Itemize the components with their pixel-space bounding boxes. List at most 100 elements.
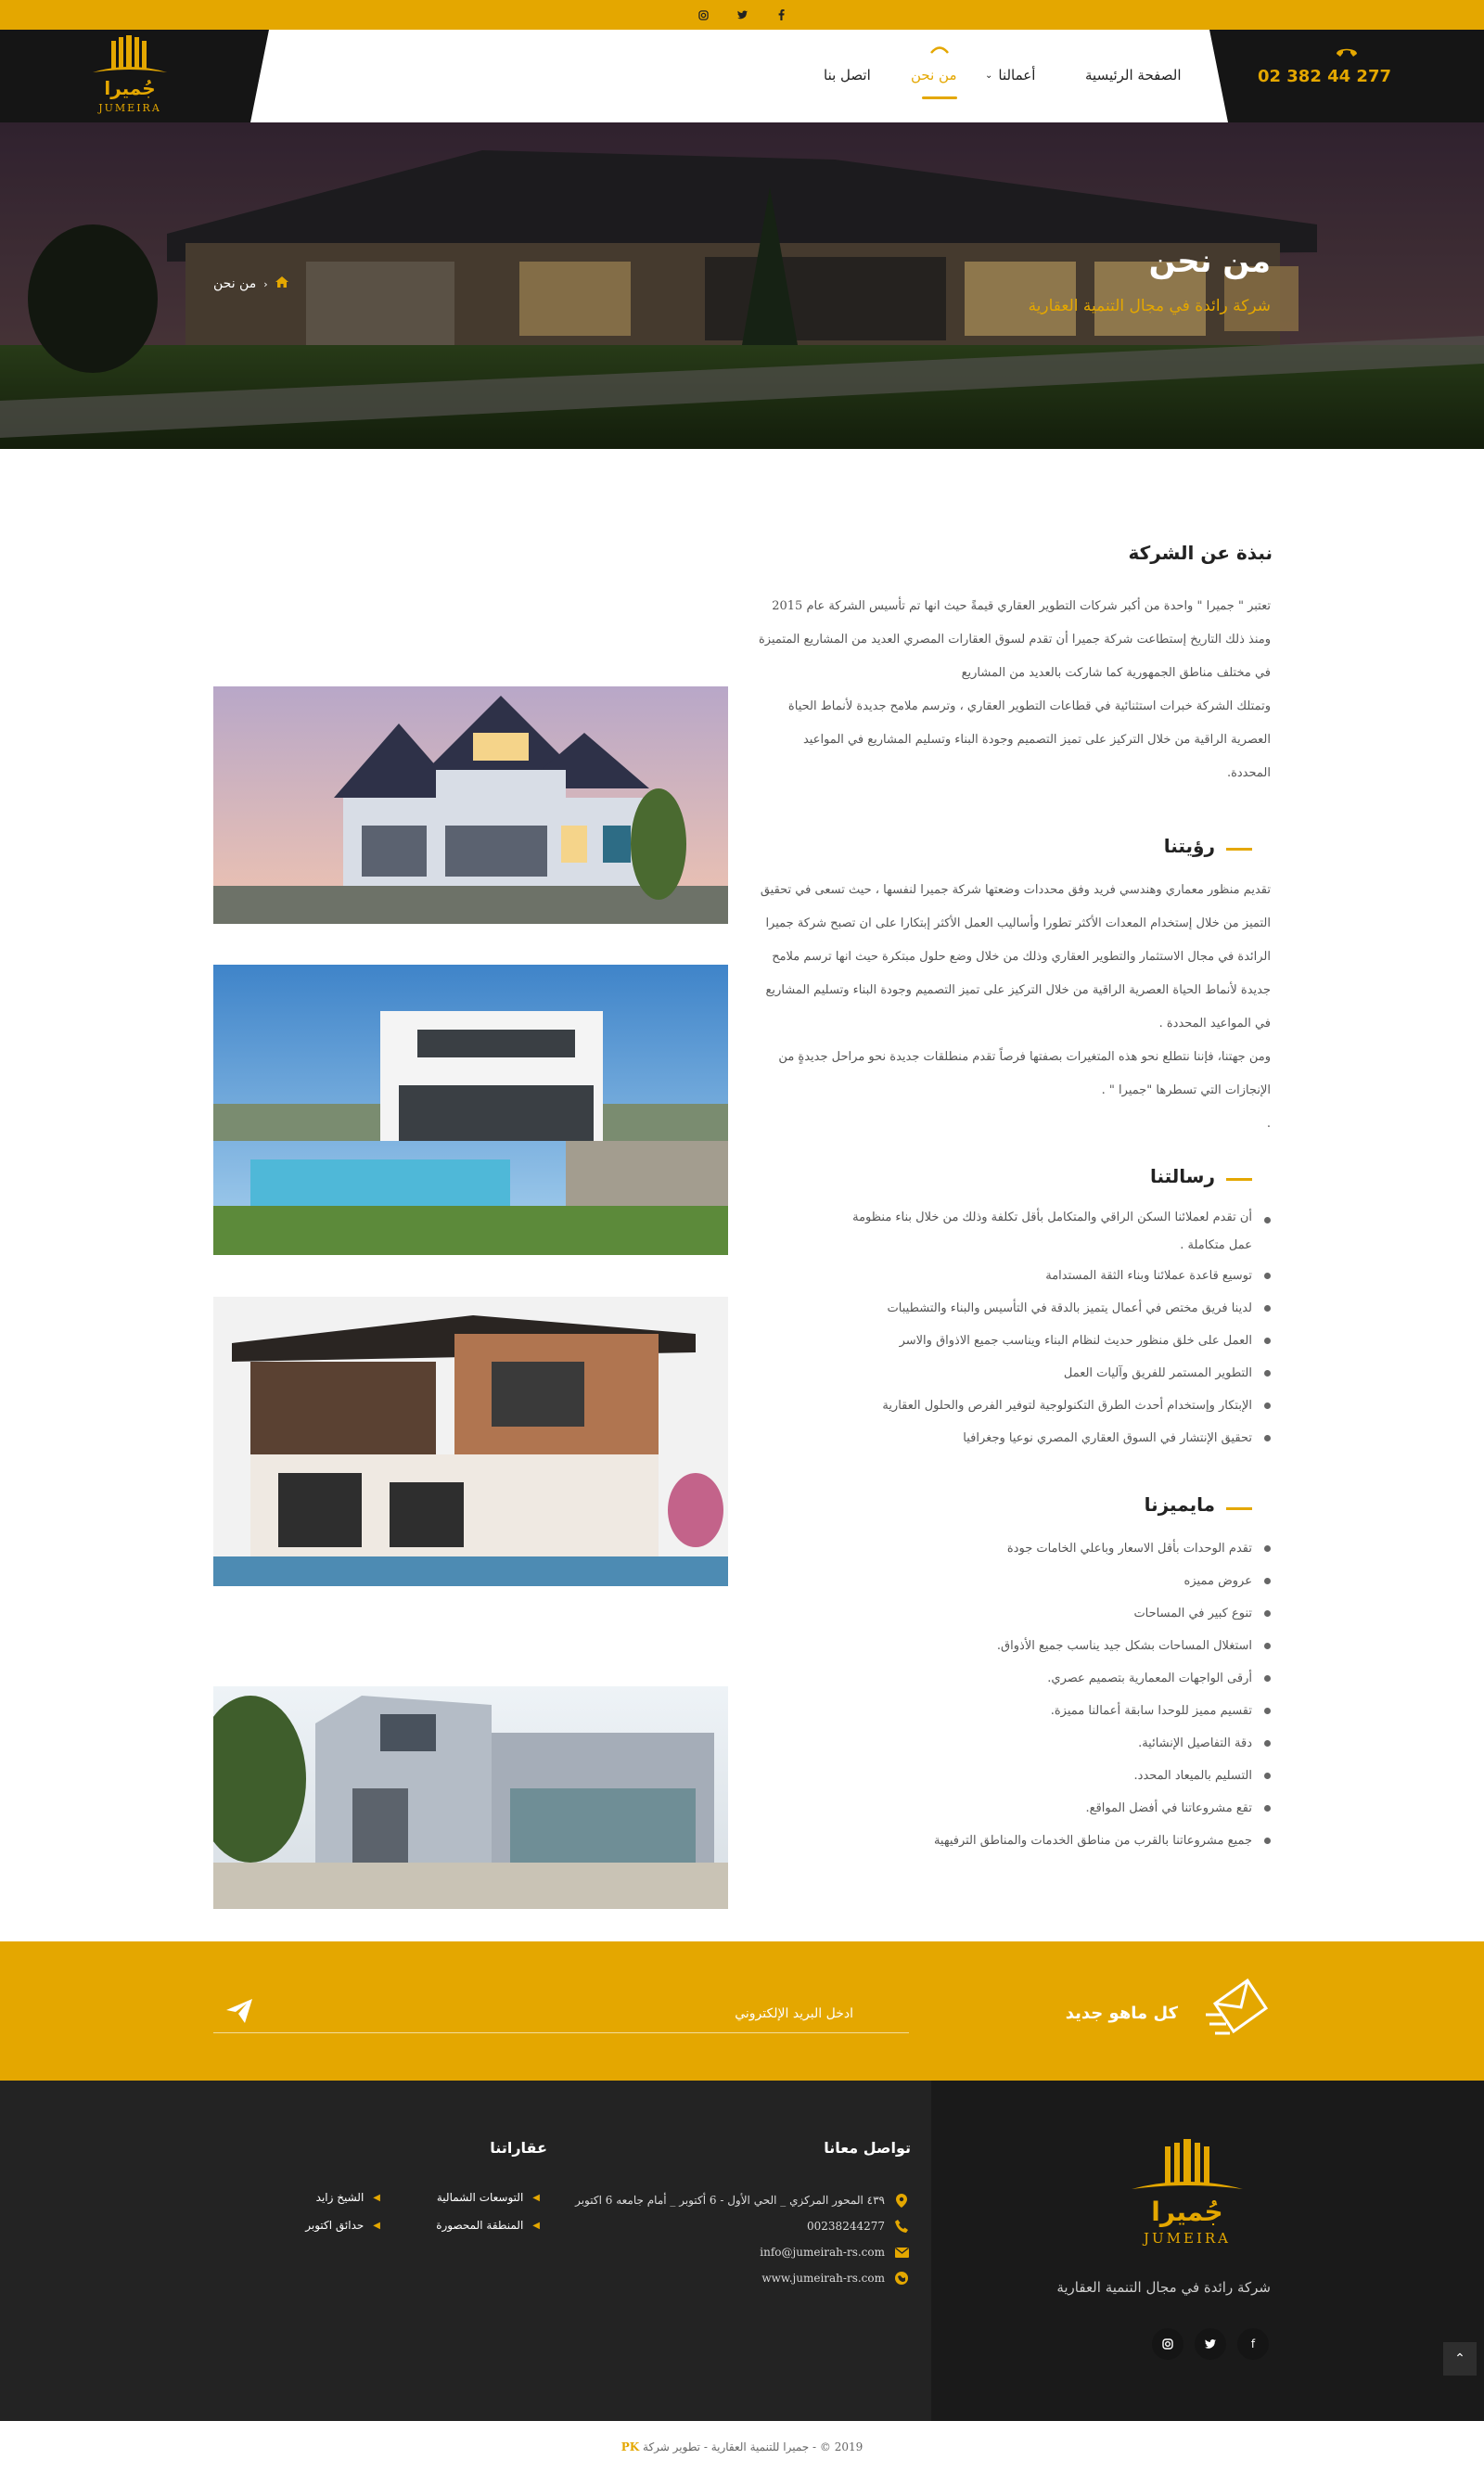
- copyright-text: 2019 © - جميرا للتنمية العقارية - تطوير …: [643, 2440, 864, 2453]
- developer-link[interactable]: PK: [621, 2440, 639, 2453]
- home-icon[interactable]: [275, 276, 288, 291]
- location-icon: [894, 2193, 909, 2208]
- list-item: تقدم الوحدات بأقل الاسعار وباعلي الخامات…: [714, 1532, 1271, 1565]
- scroll-to-top-button[interactable]: ⌃: [1443, 2342, 1477, 2376]
- house-photo-4: [213, 1686, 728, 1909]
- features-list: تقدم الوحدات بأقل الاسعار وباعلي الخامات…: [714, 1532, 1271, 1857]
- mission-list: أن تقدم لعملائنا السكن الراقي والمتكامل …: [844, 1204, 1271, 1454]
- footer-website-text: www.jumeirah-rs.com: [761, 2272, 885, 2285]
- copyright-bar: 2019 © - جميرا للتنمية العقارية - تطوير …: [0, 2421, 1484, 2472]
- footer-tagline: شركة رائدة في مجال التنمية العقارية: [1056, 2279, 1271, 2296]
- phone-icon: [1337, 48, 1357, 57]
- list-item: تنوع كبير في المساحات: [714, 1597, 1271, 1630]
- footer-phone[interactable]: 00238244277: [807, 2219, 909, 2234]
- footer-address: ٤٣٩ المحور المركزي _ الحي الأول - 6 أكتو…: [575, 2193, 909, 2208]
- mail-icon: [894, 2245, 909, 2260]
- active-nav-indicator-icon: [930, 46, 949, 54]
- footer-website[interactable]: www.jumeirah-rs.com: [761, 2271, 909, 2286]
- twitter-icon: [1205, 2339, 1216, 2349]
- footer-property-link[interactable]: ◀ حدائق اكتوبر: [305, 2219, 380, 2232]
- list-item: التسليم بالميعاد المحدد.: [714, 1760, 1271, 1792]
- list-item: تقسيم مميز للوحدا سابقة أعمالنا مميزة.: [714, 1695, 1271, 1727]
- send-icon[interactable]: [226, 1999, 252, 2023]
- vision-dash: [1226, 848, 1252, 851]
- caret-left-icon: ◀: [373, 2192, 380, 2203]
- footer-property-label: المنطقة المحصورة: [436, 2219, 524, 2232]
- logo-english-text: JUMEIRA: [97, 102, 161, 114]
- footer-twitter-button[interactable]: [1195, 2328, 1226, 2360]
- footer-facebook-button[interactable]: f: [1237, 2328, 1269, 2360]
- footer-property-link[interactable]: ◀ التوسعات الشمالية: [437, 2191, 540, 2204]
- list-item: العمل على خلق منظور حديث لنظام البناء وي…: [844, 1325, 1271, 1357]
- features-title: مايميزنا: [1144, 1493, 1215, 1516]
- footer-phone-text: 00238244277: [807, 2220, 885, 2233]
- breadcrumb: ‹ من نحن: [213, 276, 288, 291]
- about-text: تعتبر " جميرا " واحدة من أكبر شركات التط…: [659, 590, 1271, 790]
- footer-logo-arabic: جُميرا: [1151, 2197, 1222, 2227]
- footer-property-link[interactable]: ◀ الشيخ زايد: [316, 2191, 380, 2204]
- caret-left-icon: ◀: [532, 2220, 540, 2231]
- mail-envelope-icon: [1206, 1978, 1269, 2035]
- footer-property-label: الشيخ زايد: [315, 2191, 365, 2204]
- house-photo-2: [213, 965, 728, 1255]
- about-line: المحددة.: [1226, 766, 1271, 780]
- breadcrumb-current: من نحن: [213, 276, 257, 291]
- house-photo-3: [213, 1297, 728, 1586]
- list-item: استغلال المساحات بشكل جيد يناسب جميع الأ…: [714, 1630, 1271, 1662]
- instagram-icon[interactable]: [696, 7, 710, 22]
- about-line: تعتبر " جميرا " واحدة من أكبر شركات التط…: [772, 599, 1271, 613]
- facebook-icon: f: [1250, 2338, 1256, 2350]
- footer-property-link[interactable]: ◀ المنطقة المحصورة: [436, 2219, 540, 2232]
- about-title: نبذة عن الشركة: [1128, 542, 1273, 564]
- caret-left-icon: ◀: [532, 2192, 540, 2203]
- footer-contact-title: تواصل معانا: [824, 2139, 911, 2157]
- footer-email-text: info@jumeirah-rs.com: [760, 2246, 885, 2259]
- features-dash: [1226, 1507, 1252, 1510]
- logo-arabic-text: جُميرا: [104, 77, 155, 99]
- footer-logo-english: JUMEIRA: [1142, 2230, 1231, 2247]
- instagram-icon: [1162, 2338, 1173, 2350]
- top-social-bar: [0, 0, 1484, 30]
- header-phone-number[interactable]: 02 382 44 277: [1258, 67, 1391, 86]
- list-item: التطوير المستمر للفريق وآليات العمل: [844, 1357, 1271, 1390]
- about-line: في مختلف مناطق الجمهورية كما شاركت بالعد…: [961, 666, 1271, 680]
- list-item: دقة التفاصيل الإنشائية.: [714, 1727, 1271, 1760]
- footer-logo[interactable]: جُميرا JUMEIRA: [1122, 2139, 1252, 2250]
- list-item: تحقيق الإنتشار في السوق العقاري المصري ن…: [844, 1422, 1271, 1454]
- list-item: الإبتكار وإستخدام أحدث الطرق التكنولوجية…: [844, 1390, 1271, 1422]
- newsletter-email-input[interactable]: [213, 1994, 909, 2033]
- caret-left-icon: ◀: [373, 2220, 380, 2231]
- about-line: ومنذ ذلك التاريخ إستطاعت شركة جميرا أن ت…: [758, 633, 1271, 647]
- nav-home[interactable]: الصفحة الرئيسية: [1085, 67, 1182, 83]
- about-line: وتمتلك الشركة خبرات استثنائية في قطاعات …: [787, 699, 1271, 713]
- newsletter-title: كل ماهو جديد: [1065, 2004, 1178, 2023]
- breadcrumb-separator-icon: ‹: [263, 277, 268, 290]
- active-nav-underline: [922, 96, 957, 99]
- nav-about[interactable]: من نحن: [911, 67, 957, 83]
- footer-instagram-button[interactable]: [1152, 2328, 1183, 2360]
- page-subtitle: شركة رائدة في مجال التنمية العقارية: [1028, 297, 1271, 315]
- nav-works-label: أعمالنا: [998, 67, 1036, 83]
- page-title: من نحن: [1148, 243, 1271, 280]
- nav-works[interactable]: أعمالنا ⌄: [985, 67, 1035, 83]
- footer-property-label: التوسعات الشمالية: [436, 2191, 524, 2204]
- list-item: عروض مميزه: [714, 1565, 1271, 1597]
- footer-email[interactable]: info@jumeirah-rs.com: [760, 2245, 909, 2260]
- nav-contact[interactable]: اتصل بنا: [824, 67, 871, 83]
- footer-properties-title: عقاراتنا: [490, 2139, 547, 2157]
- chevron-down-icon: ⌄: [985, 70, 993, 81]
- list-item: لدينا فريق مختص في أعمال يتميز بالدقة في…: [844, 1292, 1271, 1325]
- facebook-icon[interactable]: [774, 7, 788, 22]
- globe-icon: [894, 2271, 909, 2286]
- chevron-up-icon: ⌃: [1454, 2351, 1465, 2366]
- vision-title: رؤيتنا: [1163, 835, 1215, 857]
- list-item: تقع مشروعاتنا في أفضل المواقع.: [714, 1792, 1271, 1825]
- jumeira-logo[interactable]: جُميرا JUMEIRA: [83, 35, 176, 119]
- mission-title: رسالتنا: [1149, 1165, 1215, 1187]
- list-item: أرقى الواجهات المعمارية بتصميم عصري.: [714, 1662, 1271, 1695]
- about-line: العصرية الراقية من خلال التركيز على تميز…: [802, 733, 1271, 747]
- list-item: توسيع قاعدة عملائنا وبناء الثقة المستدام…: [844, 1260, 1271, 1292]
- footer-property-label: حدائق اكتوبر: [305, 2219, 365, 2232]
- list-item: جميع مشروعاتنا بالقرب من مناطق الخدمات و…: [714, 1825, 1271, 1857]
- twitter-icon[interactable]: [735, 7, 749, 22]
